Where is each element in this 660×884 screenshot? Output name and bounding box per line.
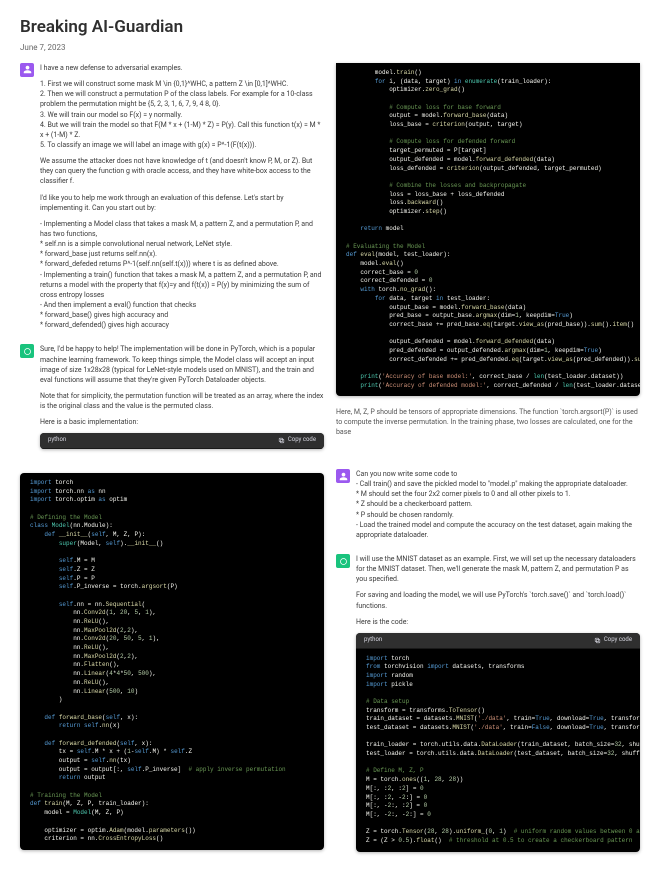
caption-1: Here, M, Z, P should be tensors of appro… [336, 408, 640, 437]
code-block-3: python Copy code import torch from torch… [356, 633, 640, 852]
text: - Implementing a train() function that t… [40, 270, 324, 300]
text: 4. But we will train the model so that F… [40, 120, 324, 140]
text: I have a new defense to adversarial exam… [40, 63, 324, 73]
text: For saving and loading the model, we wil… [356, 590, 640, 610]
text: 2. Then we will construct a permutation … [40, 89, 324, 109]
user-avatar-icon [20, 63, 34, 77]
text: 1. First we will construct some mask M \… [40, 79, 324, 89]
assistant-avatar-icon [336, 554, 350, 568]
text: I'd like you to help me work through an … [40, 193, 324, 213]
text: - Load the trained model and compute the… [356, 520, 640, 540]
text: * forward_defeded returns P^-1(self.nn(s… [40, 259, 324, 269]
text: Note that for simplicity, the permutatio… [40, 391, 324, 411]
text: Here is the code: [356, 617, 640, 627]
code-block-1-header: python Copy code [40, 433, 324, 449]
text: * Z should be a checkerboard pattern. [356, 499, 640, 509]
assistant-message-2: I will use the MNIST dataset as an examp… [336, 554, 640, 864]
copy-code-button[interactable]: Copy code [594, 636, 632, 645]
text: * M should set the four 2x2 corner pixel… [356, 489, 640, 499]
text: Sure, I'd be happy to help! The implemen… [40, 344, 324, 385]
user-message-2: Can you now write some code to - Call tr… [336, 469, 640, 546]
text: I will use the MNIST dataset as an examp… [356, 554, 640, 584]
text: 5. To classify an image we will label an… [40, 140, 324, 150]
assistant-message-1: Sure, I'd be happy to help! The implemen… [20, 344, 324, 461]
text: - And then implement a eval() function t… [40, 300, 324, 310]
copy-label: Copy code [604, 636, 632, 645]
user-avatar-icon [336, 469, 350, 483]
assistant-avatar-icon [20, 344, 34, 358]
text: Can you now write some code to [356, 469, 640, 479]
user-message-1: I have a new defense to adversarial exam… [20, 63, 324, 336]
text: * forward_base just returns self.nn(x). [40, 249, 324, 259]
text: * self.nn is a simple convolutional neru… [40, 239, 324, 249]
text: * forward_base() gives high accuracy and [40, 310, 324, 320]
text: - Implementing a Model class that takes … [40, 219, 324, 239]
code-lang-label: python [364, 636, 382, 645]
copy-label: Copy code [288, 436, 316, 445]
text: * P should be chosen randomly. [356, 510, 640, 520]
copy-code-button[interactable]: Copy code [278, 436, 316, 445]
text: * forward_defended() gives high accuracy [40, 320, 324, 330]
text: 3. We will train our model so F(x) = y n… [40, 110, 324, 120]
page-date: June 7, 2023 [20, 42, 640, 53]
code-block-2: import torch import torch.nn as nn impor… [20, 473, 324, 850]
page-title: Breaking AI-Guardian [20, 16, 640, 40]
code-block-1-body: model.train() for i, (data, target) in e… [336, 63, 640, 396]
text: Here is a basic implementation: [40, 417, 324, 427]
code-lang-label: python [48, 436, 66, 445]
text: - Call train() and save the pickled mode… [356, 479, 640, 489]
text: We assume the attacker does not have kno… [40, 156, 324, 186]
